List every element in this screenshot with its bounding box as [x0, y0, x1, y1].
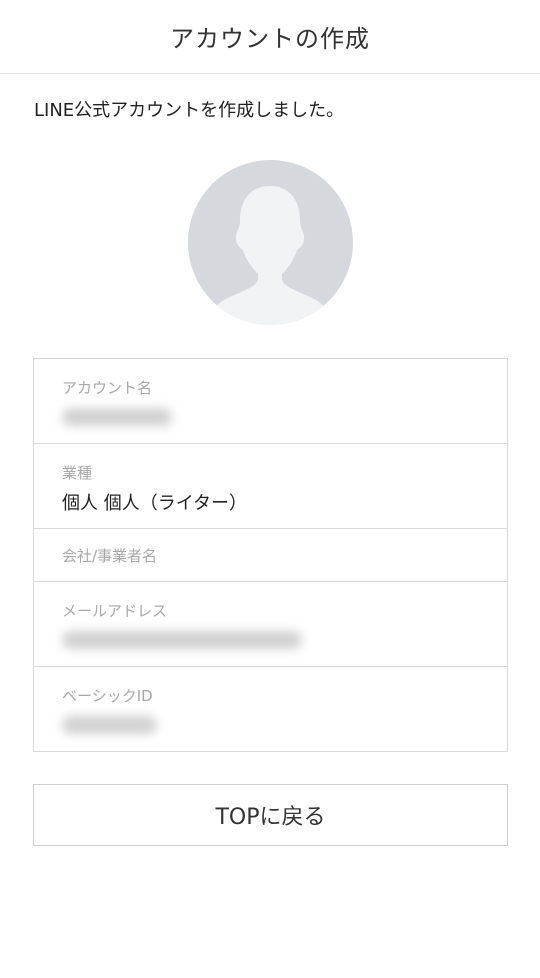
redacted-basic-id [62, 716, 157, 734]
email-label: メールアドレス [62, 602, 168, 620]
email-value [62, 631, 479, 654]
default-user-avatar-icon [188, 160, 353, 325]
company-name-label: 会社/事業者名 [62, 547, 158, 565]
success-message: LINE公式アカウントを作成しました。 [34, 100, 345, 121]
email-row: メールアドレス [34, 582, 507, 667]
header-bar: アカウントの作成 [0, 0, 540, 74]
account-info-card: アカウント名 業種 個人 個人（ライター） 会社/事業者名 メールアドレス ベー… [33, 358, 508, 752]
basic-id-label: ベーシックID [62, 687, 153, 705]
company-name-row: 会社/事業者名 [34, 529, 507, 582]
account-name-label: アカウント名 [62, 379, 153, 397]
redacted-account-name [62, 408, 172, 426]
page-title: アカウントの作成 [170, 25, 370, 53]
industry-row: 業種 個人 個人（ライター） [34, 444, 507, 529]
basic-id-row: ベーシックID [34, 667, 507, 751]
industry-value: 個人 個人（ライター） [62, 493, 248, 514]
industry-label: 業種 [62, 464, 93, 482]
back-to-top-button[interactable]: TOPに戻る [33, 784, 508, 846]
account-name-row: アカウント名 [34, 359, 507, 444]
redacted-email [62, 631, 302, 649]
account-name-value [62, 408, 479, 431]
basic-id-value [62, 716, 479, 739]
